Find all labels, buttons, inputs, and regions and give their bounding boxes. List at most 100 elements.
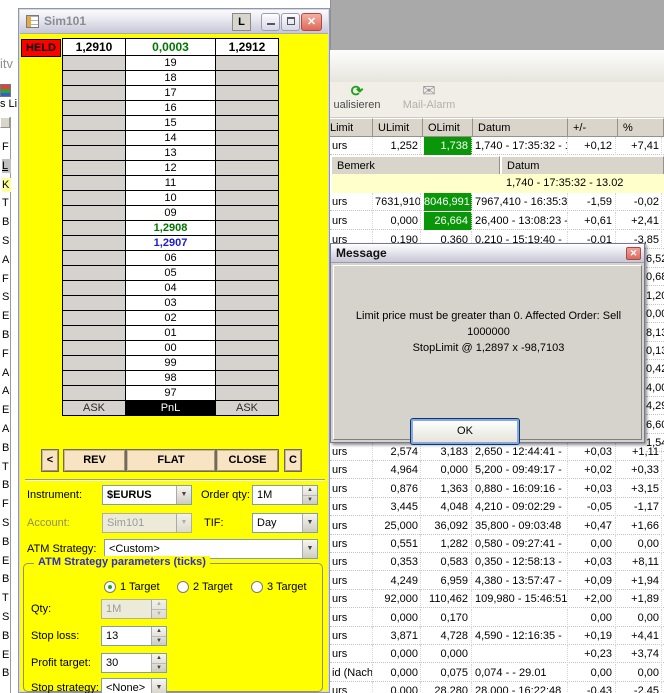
ask-column-label[interactable]: ASK [215,400,279,416]
radio-3-target[interactable] [251,581,263,593]
ladder-ask-cell[interactable] [215,130,279,146]
ladder-ask-cell[interactable] [215,145,279,161]
chevron-down-icon[interactable]: ▼ [302,514,317,532]
tif-select[interactable]: Day ▼ [252,513,318,533]
table-row[interactable]: urs 0,000 0,170 0,00 0,00 [330,609,664,627]
ladder-bid-cell[interactable] [62,160,126,176]
chevron-down-icon[interactable]: ▼ [151,679,166,693]
ladder-bid-cell[interactable] [62,220,126,236]
ladder-bid-cell[interactable] [62,385,126,401]
ladder-bid-cell[interactable] [62,370,126,386]
table-row[interactable]: urs 4,249 6,959 4,380 - 13:57:47 - +0,09 +1,… [330,572,664,590]
chevron-down-icon[interactable]: ▼ [176,486,191,504]
close-position-button[interactable]: CLOSE [216,449,279,472]
ladder-ask-cell[interactable] [215,325,279,341]
pnl-column-label[interactable]: PnL [125,400,216,416]
ladder-ask-cell[interactable] [215,370,279,386]
table-row[interactable]: urs 92,000 110,462 109,980 - 15:46:51 +2,00 +… [330,590,664,608]
spinner-arrows-icon[interactable]: ▲ ▼ [302,486,317,504]
ladder-bid-cell[interactable] [62,265,126,281]
order-qty-stepper[interactable]: 1M ▲ ▼ [252,485,318,505]
ladder-bid-cell[interactable] [62,100,126,116]
ladder-ask-cell[interactable] [215,220,279,236]
ladder-bid-cell[interactable] [62,85,126,101]
radio-1-target-label[interactable]: 1 Target [120,581,160,593]
ladder-ask-cell[interactable] [215,160,279,176]
table-row[interactable]: urs 0,551 1,282 0,580 - 09:27:41 - 0,00 0,00 [330,535,664,553]
table-row[interactable]: urs 0,353 0,583 0,350 - 12:58:13 - +0,03 +8,… [330,553,664,571]
radio-1-target[interactable] [104,581,116,593]
ladder-bid-cell[interactable] [62,310,126,326]
ladder-bid-cell[interactable] [62,130,126,146]
ladder-ask-cell[interactable] [215,265,279,281]
ladder-bid-cell[interactable] [62,325,126,341]
ladder-ask-cell[interactable] [215,175,279,191]
radio-2-target[interactable] [177,581,189,593]
sim101-titlebar[interactable]: Sim101 L ✕ [20,10,328,34]
dialog-titlebar[interactable]: Message ✕ [331,244,644,263]
ladder-ask-cell[interactable] [215,250,279,266]
ladder-ask-cell[interactable] [215,235,279,251]
ladder-bid-cell[interactable] [62,235,126,251]
ladder-bid-cell[interactable] [62,280,126,296]
back-button[interactable]: < [41,449,59,472]
ladder-ask-cell[interactable] [215,385,279,401]
table-row[interactable]: urs 1,252 1,738 1,740 - 17:35:32 - 1 +0,12 +7… [330,137,664,155]
ladder-bid-cell[interactable] [62,55,126,71]
ladder-bid-cell[interactable] [62,295,126,311]
ok-button[interactable]: OK [410,418,520,445]
ladder-ask-cell[interactable] [215,115,279,131]
table-row[interactable]: urs 25,000 36,092 35,800 - 09:03:48 +0,47 +1… [330,517,664,535]
table-row[interactable]: urs 0,876 1,363 0,880 - 16:09:16 - +0,03 +3,… [330,480,664,498]
table-row[interactable]: urs 0,000 0,000 +0,23 +3,74 [330,645,664,663]
minimize-button[interactable] [261,13,280,31]
table-row[interactable]: urs 7631,910 8046,991 7967,410 - 16:35:3 -1,… [330,193,664,211]
ladder-bid-cell[interactable] [62,205,126,221]
ladder-ask-cell[interactable] [215,85,279,101]
ladder-ask-cell[interactable] [215,310,279,326]
maximize-button[interactable] [281,13,300,31]
ladder-ask-cell[interactable] [215,295,279,311]
ladder-ask-cell[interactable] [215,190,279,206]
ladder-ask-cell[interactable] [215,70,279,86]
c-button[interactable]: C [284,449,302,472]
link-button[interactable]: L [232,13,251,31]
ladder-ask-cell[interactable] [215,280,279,296]
ladder-ask-cell[interactable] [215,355,279,371]
ladder-ask-cell[interactable] [215,205,279,221]
ask-column-label[interactable]: ASK [62,400,126,416]
reverse-button[interactable]: REV [63,449,126,472]
cell-change: +0,03 [570,553,616,571]
radio-2-target-label[interactable]: 2 Target [193,581,233,593]
ladder-bid-cell[interactable] [62,190,126,206]
stop-strategy-select[interactable]: <None> ▼ [101,678,167,693]
table-row[interactable]: urs 0,000 28,280 28,000 - 16:22:48 -0,43 -2,… [330,682,664,693]
ladder-bid-cell[interactable] [62,250,126,266]
dialog-close-button[interactable]: ✕ [626,247,641,260]
ladder-bid-cell[interactable] [62,115,126,131]
ladder-bid-cell[interactable] [62,70,126,86]
table-row[interactable]: urs 0,000 26,664 26,400 - 13:08:23 - +0,61 +2… [330,212,664,230]
radio-3-target-label[interactable]: 3 Target [267,581,307,593]
ladder-ask-cell[interactable] [215,55,279,71]
ladder-bid-cell[interactable] [62,355,126,371]
close-button[interactable]: ✕ [301,13,322,31]
table-row[interactable]: urs 3,445 4,048 4,210 - 09:02:29 - -0,05 -1,… [330,498,664,516]
table-row[interactable]: urs 4,964 0,000 5,200 - 09:49:17 - +0,02 +0,… [330,461,664,479]
flatten-button[interactable]: FLAT [126,449,216,472]
instrument-select[interactable]: $EURUS ▼ [102,485,192,505]
spinner-arrows-icon[interactable]: ▲ ▼ [151,654,166,672]
spinner-arrows-icon[interactable]: ▲ ▼ [151,627,166,645]
profit-target-stepper[interactable]: 30 ▲ ▼ [101,653,167,673]
chevron-down-icon[interactable]: ▼ [302,540,317,558]
ladder-ask-cell[interactable] [215,100,279,116]
table-row[interactable]: urs 3,871 4,728 4,590 - 12:16:35 - +0,19 +4,… [330,627,664,645]
ladder-bid-cell[interactable] [62,175,126,191]
row-letter-fragment: A [2,423,10,435]
table-row[interactable]: id (Nach 0,000 0,075 0,074 - - 29.01 0,00 0,0… [330,664,664,682]
ladder-ask-cell[interactable] [215,340,279,356]
ladder-bid-cell[interactable] [62,340,126,356]
ladder-bid-cell[interactable] [62,145,126,161]
table-row[interactable]: urs 2,574 3,183 2,650 - 12:44:41 - +0,03 +1,… [330,443,664,461]
stop-loss-stepper[interactable]: 13 ▲ ▼ [101,626,167,646]
